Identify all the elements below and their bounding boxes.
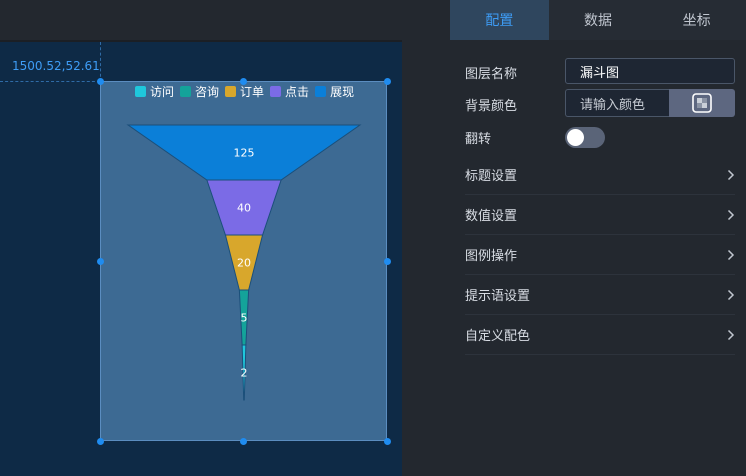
flip-label: 翻转	[465, 132, 492, 147]
chevron-right-icon	[727, 169, 735, 181]
funnel-value-label: 40	[237, 202, 251, 215]
section-label: 图例操作	[465, 249, 518, 264]
layer-name-input[interactable]: 漏斗图	[565, 58, 735, 84]
tab-coordinates[interactable]: 坐标	[647, 0, 746, 40]
flip-toggle[interactable]	[565, 127, 605, 148]
section-title-settings[interactable]: 标题设置	[465, 155, 735, 195]
bg-color-label: 背景颜色	[465, 99, 518, 114]
section-legend-settings[interactable]: 图例操作	[465, 235, 735, 275]
chevron-right-icon	[727, 289, 735, 301]
section-tooltip-settings[interactable]: 提示语设置	[465, 275, 735, 315]
chevron-right-icon	[727, 209, 735, 221]
panel-tabs: 配置 数据 坐标	[450, 0, 746, 40]
color-picker-button[interactable]	[669, 89, 735, 117]
toggle-knob	[567, 129, 584, 146]
funnel-value-label: 20	[237, 257, 251, 270]
chevron-right-icon	[727, 329, 735, 341]
panel-gutter	[402, 0, 450, 476]
section-label: 自定义配色	[465, 329, 531, 344]
section-label: 标题设置	[465, 169, 518, 184]
tab-data[interactable]: 数据	[549, 0, 648, 40]
section-value-settings[interactable]: 数值设置	[465, 195, 735, 235]
funnel-value-label: 5	[241, 312, 248, 325]
tab-config[interactable]: 配置	[450, 0, 549, 40]
section-label: 数值设置	[465, 209, 518, 224]
chevron-right-icon	[727, 249, 735, 261]
section-custom-colors[interactable]: 自定义配色	[465, 315, 735, 355]
bg-color-input[interactable]: 请输入颜色	[565, 89, 669, 117]
section-label: 提示语设置	[465, 289, 531, 304]
layer-name-label: 图层名称	[465, 67, 518, 82]
color-picker-icon	[692, 93, 712, 113]
funnel-value-label: 2	[241, 367, 248, 380]
funnel-value-label: 125	[234, 147, 255, 160]
